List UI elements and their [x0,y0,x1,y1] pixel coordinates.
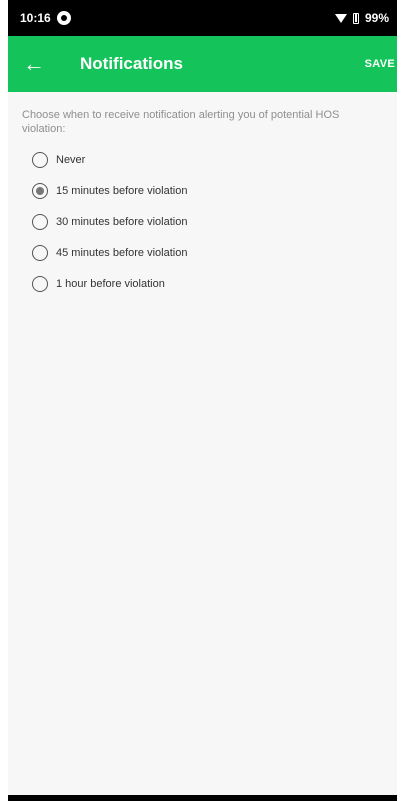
app-bar: ← Notifications SAVE [8,36,397,92]
bottom-navigation-bar [8,795,397,801]
save-button[interactable]: SAVE [359,58,397,70]
device-screen: 10:16 99% ← Notifications SAVE Choose wh… [8,0,397,801]
option-label: Never [56,153,86,166]
radio-button[interactable] [32,213,48,230]
option-30-minutes[interactable]: 30 minutes before violation [22,206,385,237]
battery-percent: 99% [364,11,389,25]
status-left: 10:16 [20,11,71,25]
radio-button[interactable] [32,151,48,168]
status-bar: 10:16 99% [8,0,397,36]
notification-settings: Choose when to receive notification aler… [8,92,397,299]
option-1-hour[interactable]: 1 hour before violation [22,268,385,299]
option-15-minutes[interactable]: 15 minutes before violation [22,175,385,206]
back-arrow-icon[interactable]: ← [8,36,60,92]
status-time: 10:16 [20,11,51,25]
page-title: Notifications [80,54,183,73]
status-right: 99% [334,11,389,25]
wifi-icon [334,13,347,23]
option-label: 45 minutes before violation [56,246,188,259]
option-never[interactable]: Never [22,144,385,175]
radio-button[interactable] [32,244,48,261]
option-45-minutes[interactable]: 45 minutes before violation [22,237,385,268]
option-label: 15 minutes before violation [56,184,188,197]
battery-icon [352,12,359,24]
option-label: 1 hour before violation [56,277,165,290]
radio-button[interactable] [32,182,48,199]
app-notification-icon [56,11,71,25]
option-label: 30 minutes before violation [56,215,188,228]
description-text: Choose when to receive notification aler… [22,109,340,135]
radio-button[interactable] [32,275,48,292]
